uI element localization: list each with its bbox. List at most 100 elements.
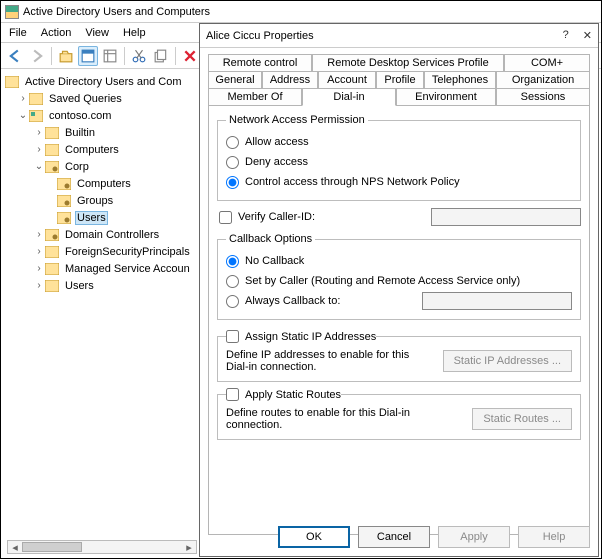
button-static-ip-addresses[interactable]: Static IP Addresses ... [443,350,572,372]
radio-deny-access[interactable] [226,156,239,169]
folder-icon [45,246,59,258]
mmc-title: Active Directory Users and Computers [23,6,210,18]
scroll-right-icon[interactable]: ▸ [182,541,196,553]
check-verify-caller-id[interactable] [219,211,232,224]
scroll-thumb[interactable] [22,542,82,552]
tree-corp-users[interactable]: Users [5,209,201,226]
menu-help[interactable]: Help [123,27,146,39]
ou-icon [45,161,59,173]
delete-button[interactable] [180,46,200,66]
label-assign-static-ip: Assign Static IP Addresses [245,331,376,343]
menu-view[interactable]: View [85,27,109,39]
tree-msa[interactable]: › Managed Service Accoun [5,260,201,277]
close-icon[interactable]: ✕ [583,29,592,42]
tree-builtin[interactable]: › Builtin [5,124,201,141]
scroll-left-icon[interactable]: ◂ [8,541,22,553]
tab-general[interactable]: General [208,71,262,88]
tree-fsp[interactable]: › ForeignSecurityPrincipals [5,243,201,260]
help-icon[interactable]: ? [563,29,569,42]
tab-telephones[interactable]: Telephones [424,71,496,88]
mmc-app-icon [5,5,19,19]
group-network-access-legend: Network Access Permission [226,114,368,126]
tab-body-dial-in: Network Access Permission Allow access D… [208,105,590,535]
folder-icon [45,144,59,156]
tree-corp[interactable]: ⌄ Corp [5,158,201,175]
desc-static-ip: Define IP addresses to enable for this D… [226,349,426,373]
menu-file[interactable]: File [9,27,27,39]
tree-corp-groups[interactable]: Groups [5,192,201,209]
tab-organization[interactable]: Organization [496,71,590,88]
cut-button[interactable] [129,46,149,66]
tree-users[interactable]: › Users [5,277,201,294]
check-assign-static-ip[interactable] [226,330,239,343]
tree-corp-computers[interactable]: Computers [5,175,201,192]
expand-icon[interactable]: ⌄ [33,161,45,172]
ok-button[interactable]: OK [278,526,350,548]
input-verify-caller-id[interactable] [431,208,581,226]
ou-icon [57,178,71,190]
nav-forward-button[interactable] [27,46,47,66]
properties-button[interactable] [78,46,98,66]
expand-icon[interactable]: ⌄ [17,110,29,121]
tabs-area: Remote control Remote Desktop Services P… [200,48,598,535]
tree-domain-controllers[interactable]: › Domain Controllers [5,226,201,243]
group-callback-legend: Callback Options [226,233,315,245]
dialog-title: Alice Ciccu Properties [206,30,563,42]
tab-rds-profile[interactable]: Remote Desktop Services Profile [312,54,504,71]
label-verify-caller-id: Verify Caller-ID: [238,211,315,223]
tab-sessions[interactable]: Sessions [496,88,590,105]
label-no-callback: No Callback [245,255,304,267]
up-button[interactable] [56,46,76,66]
help-button[interactable]: Help [518,526,590,548]
collapse-icon[interactable]: › [33,144,45,155]
label-deny-access: Deny access [245,156,308,168]
collapse-icon[interactable]: › [17,93,29,104]
radio-always-callback[interactable] [226,295,239,308]
tab-address[interactable]: Address [262,71,318,88]
apply-button[interactable]: Apply [438,526,510,548]
dialog-titlebar: Alice Ciccu Properties ? ✕ [200,24,598,48]
tree-saved-queries[interactable]: › Saved Queries [5,90,201,107]
label-allow-access: Allow access [245,136,309,148]
ou-icon [57,212,71,224]
radio-no-callback[interactable] [226,255,239,268]
tab-profile[interactable]: Profile [376,71,424,88]
radio-set-by-caller[interactable] [226,275,239,288]
tab-com-plus[interactable]: COM+ [504,54,590,71]
tab-environment[interactable]: Environment [396,88,496,105]
collapse-icon[interactable]: › [33,246,45,257]
tab-member-of[interactable]: Member Of [208,88,302,105]
tab-dial-in[interactable]: Dial-in [302,88,396,106]
tab-account[interactable]: Account [318,71,376,88]
collapse-icon[interactable]: › [33,229,45,240]
domain-icon [29,110,43,122]
tree-root[interactable]: Active Directory Users and Com [5,73,201,90]
label-set-by-caller: Set by Caller (Routing and Remote Access… [245,275,520,287]
folder-icon [45,263,59,275]
tree-computers[interactable]: › Computers [5,141,201,158]
dialog-button-row: OK Cancel Apply Help [208,526,590,548]
menu-action[interactable]: Action [41,27,72,39]
input-always-callback[interactable] [422,292,572,310]
list-button[interactable] [100,46,120,66]
cancel-button[interactable]: Cancel [358,526,430,548]
collapse-icon[interactable]: › [33,127,45,138]
collapse-icon[interactable]: › [33,280,45,291]
ou-icon [57,195,71,207]
collapse-icon[interactable]: › [33,263,45,274]
check-apply-static-routes[interactable] [226,388,239,401]
group-static-routes: Apply Static Routes Define routes to ena… [217,388,581,440]
desc-static-routes: Define routes to enable for this Dial-in… [226,407,426,431]
nav-back-button[interactable] [5,46,25,66]
aduc-icon [5,76,19,88]
tree-hscrollbar[interactable]: ◂ ▸ [7,540,197,554]
radio-allow-access[interactable] [226,136,239,149]
copy-button[interactable] [151,46,171,66]
tree-domain[interactable]: ⌄ contoso.com [5,107,201,124]
radio-nps-control[interactable] [226,176,239,189]
tab-remote-control[interactable]: Remote control [208,54,312,71]
button-static-routes[interactable]: Static Routes ... [472,408,572,430]
properties-dialog: Alice Ciccu Properties ? ✕ Remote contro… [199,23,599,557]
label-always-callback: Always Callback to: [245,295,340,307]
ou-icon [45,229,59,241]
